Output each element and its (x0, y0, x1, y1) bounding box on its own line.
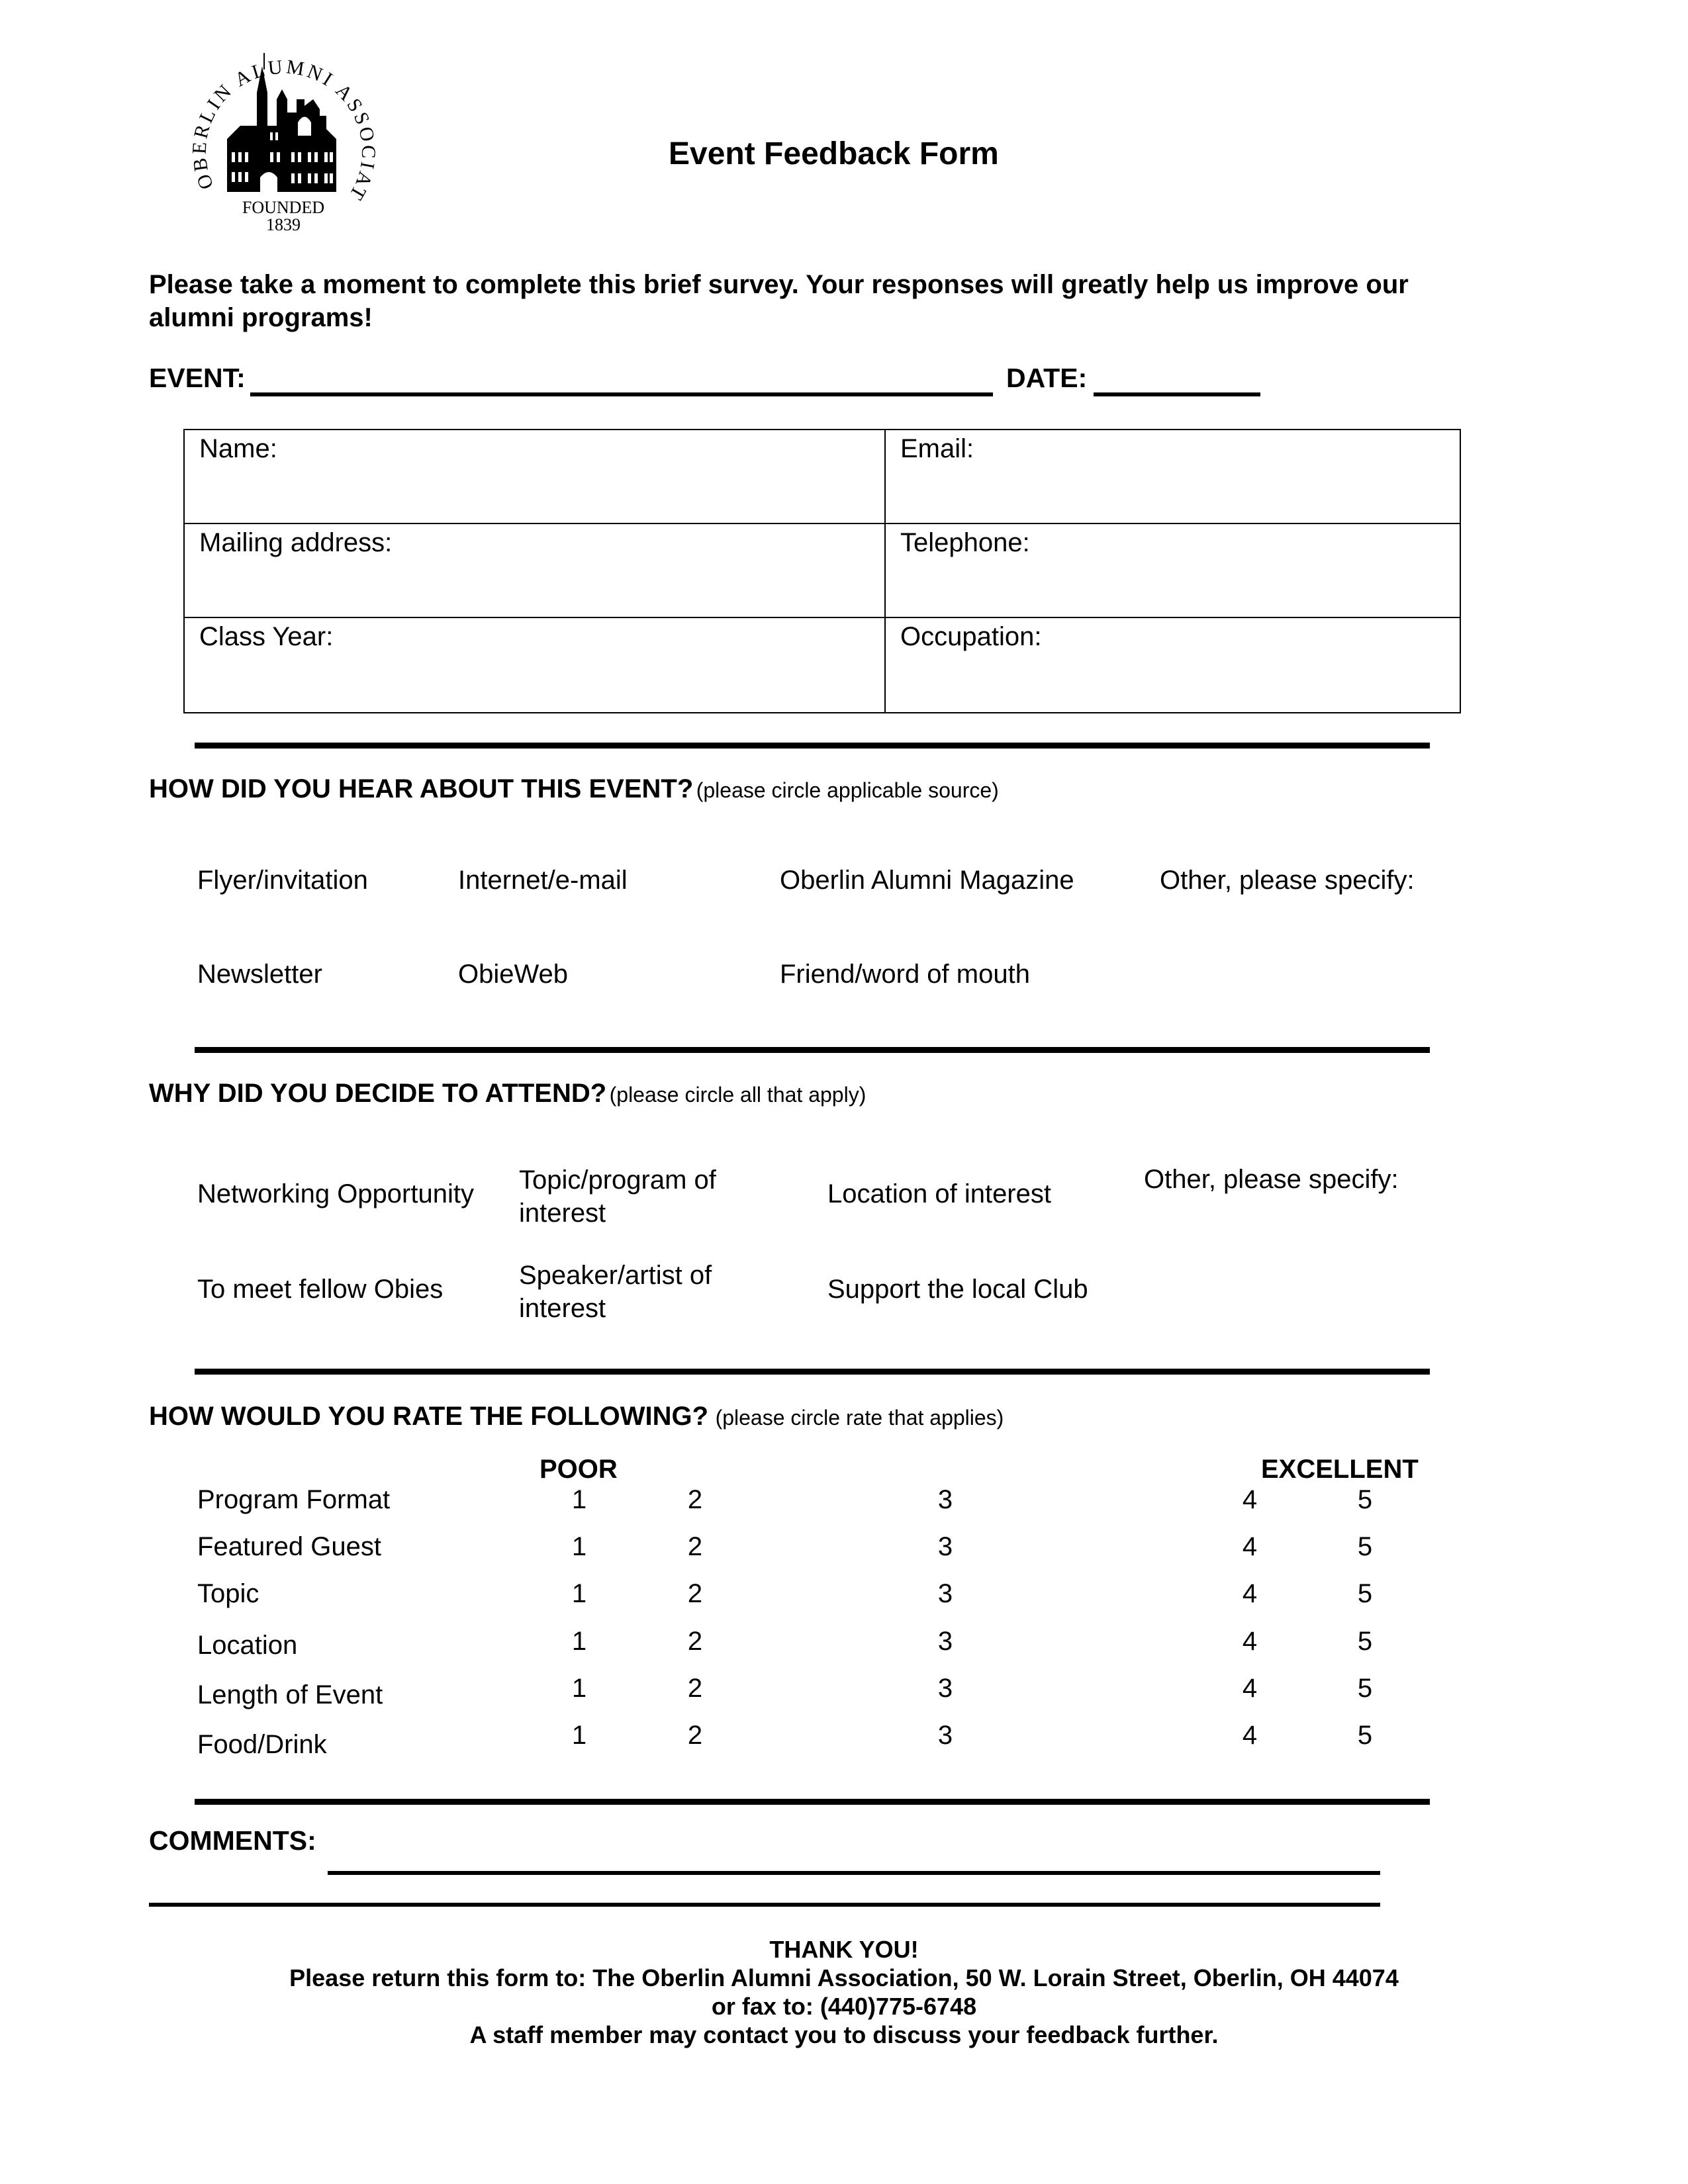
rating-option-5[interactable]: 5 (1352, 1721, 1378, 1751)
telephone-field[interactable]: Telephone: (886, 524, 1460, 618)
comments-label: COMMENTS: (149, 1825, 316, 1856)
hear-option-newsletter[interactable]: Newsletter (197, 960, 322, 989)
class-year-label: Class Year: (199, 622, 334, 651)
rating-item-label: Topic (197, 1579, 259, 1608)
name-label: Name: (199, 434, 277, 463)
attend-option-speaker[interactable]: Speaker/artist of interest (519, 1259, 771, 1325)
rating-option-4[interactable]: 4 (1237, 1485, 1263, 1515)
oberlin-alumni-association-logo: OBERLIN ALUMNI ASSOCIATION FOUNDED 1839 (177, 26, 377, 234)
hear-section-note: (please circle applicable source) (696, 778, 999, 802)
rating-option-4[interactable]: 4 (1237, 1721, 1263, 1751)
hear-section-title: HOW DID YOU HEAR ABOUT THIS EVENT? (149, 774, 694, 803)
contact-info-table: Name: Email: Mailing address: Telephone:… (183, 429, 1461, 713)
hear-option-internet[interactable]: Internet/e-mail (458, 866, 628, 895)
rating-option-2[interactable]: 2 (682, 1532, 708, 1562)
event-input-line[interactable] (250, 392, 993, 396)
fax-text: or fax to: (440)775-6748 (711, 1993, 977, 2020)
rating-option-5[interactable]: 5 (1352, 1579, 1378, 1609)
rating-option-2[interactable]: 2 (682, 1721, 708, 1751)
telephone-label: Telephone: (900, 528, 1030, 557)
rating-option-5[interactable]: 5 (1352, 1674, 1378, 1704)
comments-input-line[interactable] (328, 1871, 1380, 1875)
rating-option-5[interactable]: 5 (1352, 1627, 1378, 1657)
occupation-field[interactable]: Occupation: (886, 618, 1460, 712)
rating-option-5[interactable]: 5 (1352, 1485, 1378, 1515)
rate-section-note: (please circle rate that applies) (715, 1406, 1004, 1430)
date-label: DATE: (1006, 363, 1088, 393)
rating-option-3[interactable]: 3 (932, 1579, 959, 1609)
rating-option-2[interactable]: 2 (682, 1579, 708, 1609)
name-field[interactable]: Name: (185, 430, 886, 524)
rating-item-label: Food/Drink (197, 1730, 327, 1759)
attend-option-networking[interactable]: Networking Opportunity (197, 1179, 474, 1209)
thank-you-text: THANK YOU! (769, 1936, 919, 1963)
rating-option-3[interactable]: 3 (932, 1485, 959, 1515)
comments-input-line-2[interactable] (149, 1903, 1380, 1907)
hear-option-obieweb[interactable]: ObieWeb (458, 960, 568, 989)
rating-option-2[interactable]: 2 (682, 1485, 708, 1515)
hear-option-friend[interactable]: Friend/word of mouth (780, 960, 1030, 989)
hear-section-heading: HOW DID YOU HEAR ABOUT THIS EVENT? (plea… (149, 774, 999, 804)
hear-option-magazine[interactable]: Oberlin Alumni Magazine (780, 866, 1074, 895)
logo-founded-label: FOUNDED (242, 198, 324, 217)
occupation-label: Occupation: (900, 622, 1042, 651)
rating-option-3[interactable]: 3 (932, 1674, 959, 1704)
rating-option-2[interactable]: 2 (682, 1627, 708, 1657)
mailing-address-field[interactable]: Mailing address: (185, 524, 886, 618)
rating-option-4[interactable]: 4 (1237, 1674, 1263, 1704)
section-divider (195, 743, 1430, 749)
rating-option-3[interactable]: 3 (932, 1532, 959, 1562)
section-divider (195, 1799, 1430, 1805)
email-field[interactable]: Email: (886, 430, 1460, 524)
rating-option-5[interactable]: 5 (1352, 1532, 1378, 1562)
hear-option-other[interactable]: Other, please specify: (1160, 866, 1415, 895)
attend-option-location[interactable]: Location of interest (827, 1179, 1051, 1209)
attend-section-note: (please circle all that apply) (609, 1083, 867, 1107)
rate-section-heading: HOW WOULD YOU RATE THE FOLLOWING? (pleas… (149, 1402, 1004, 1432)
section-divider (195, 1369, 1430, 1375)
email-label: Email: (900, 434, 974, 463)
rating-item-label: Location (197, 1631, 298, 1660)
return-address-text: Please return this form to: The Oberlin … (289, 1964, 1399, 1991)
rating-option-4[interactable]: 4 (1237, 1627, 1263, 1657)
rating-option-4[interactable]: 4 (1237, 1532, 1263, 1562)
date-input-line[interactable] (1094, 392, 1260, 396)
rating-option-2[interactable]: 2 (682, 1674, 708, 1704)
rate-excellent-label: EXCELLENT (1261, 1455, 1419, 1484)
rating-item-label: Featured Guest (197, 1532, 381, 1561)
staff-contact-text: A staff member may contact you to discus… (469, 2021, 1219, 2048)
attend-option-topic[interactable]: Topic/program of interest (519, 1163, 771, 1230)
logo-founded-year: 1839 (266, 215, 301, 234)
attend-section-heading: WHY DID YOU DECIDE TO ATTEND? (please ci… (149, 1079, 866, 1109)
event-label: EVENT: (149, 363, 246, 393)
rating-option-1[interactable]: 1 (566, 1721, 592, 1751)
section-divider (195, 1047, 1430, 1053)
attend-option-other[interactable]: Other, please specify: (1144, 1165, 1399, 1195)
attend-section-title: WHY DID YOU DECIDE TO ATTEND? (149, 1079, 607, 1108)
rating-option-4[interactable]: 4 (1237, 1579, 1263, 1609)
hear-option-flyer[interactable]: Flyer/invitation (197, 866, 368, 895)
rating-option-1[interactable]: 1 (566, 1627, 592, 1657)
rating-option-1[interactable]: 1 (566, 1674, 592, 1704)
rate-poor-label: POOR (539, 1455, 618, 1484)
attend-option-support-club[interactable]: Support the local Club (827, 1275, 1088, 1304)
class-year-field[interactable]: Class Year: (185, 618, 886, 712)
rating-option-1[interactable]: 1 (566, 1485, 592, 1515)
rating-option-1[interactable]: 1 (566, 1532, 592, 1562)
rate-section-title: HOW WOULD YOU RATE THE FOLLOWING? (149, 1402, 709, 1431)
rating-option-3[interactable]: 3 (932, 1627, 959, 1657)
rating-item-label: Program Format (197, 1485, 391, 1514)
mailing-address-label: Mailing address: (199, 528, 393, 557)
rating-item-label: Length of Event (197, 1680, 383, 1709)
page-title: Event Feedback Form (669, 136, 999, 171)
rating-option-1[interactable]: 1 (566, 1579, 592, 1609)
rating-option-3[interactable]: 3 (932, 1721, 959, 1751)
attend-option-meet-obies[interactable]: To meet fellow Obies (197, 1275, 443, 1304)
intro-text: Please take a moment to complete this br… (149, 270, 1409, 332)
